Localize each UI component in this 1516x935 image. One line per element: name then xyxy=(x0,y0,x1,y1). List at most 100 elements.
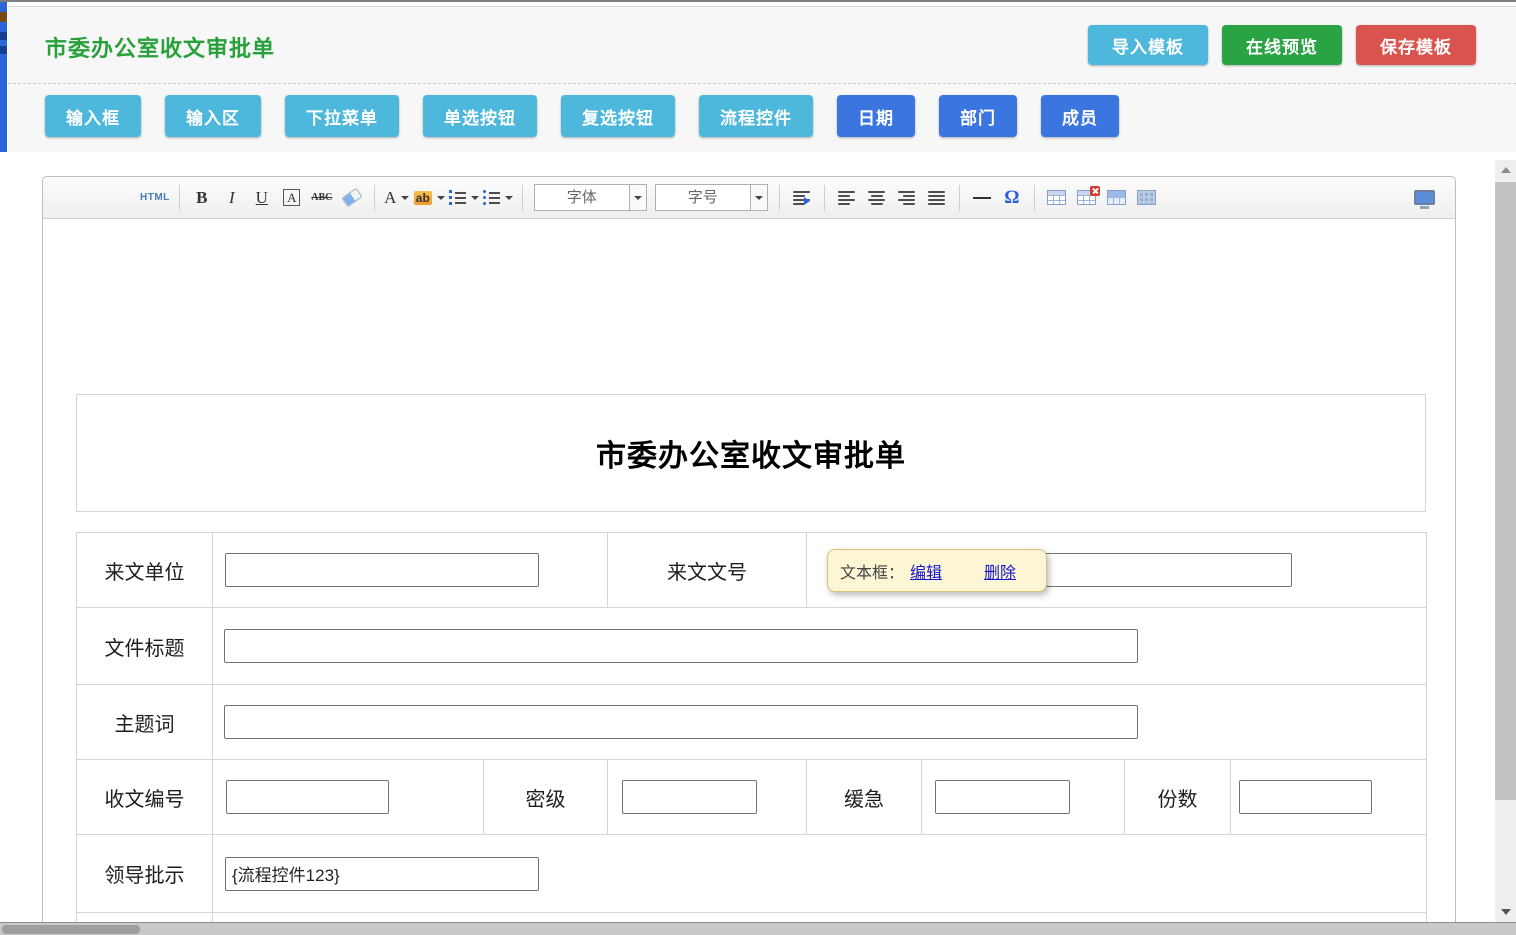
cell-urgency xyxy=(922,760,1125,835)
vertical-scrollbar[interactable] xyxy=(1495,160,1516,922)
background-window-strip xyxy=(0,2,7,152)
numbered-list-icon[interactable] xyxy=(449,183,479,213)
font-family-select[interactable]: 字体 xyxy=(534,184,647,211)
label-urgency: 缓急 xyxy=(807,760,922,835)
approval-form-table: 来文单位 来文文号 文件标题 主题词 收文编号 密级 缓急 份数 xyxy=(76,532,1427,935)
toolbar-separator xyxy=(522,185,523,211)
horizontal-scrollbar-thumb[interactable] xyxy=(2,925,140,934)
background-window-icon xyxy=(0,12,7,22)
indent-icon[interactable] xyxy=(789,183,815,213)
cell-copies xyxy=(1231,760,1427,835)
insert-department-button[interactable]: 部门 xyxy=(939,95,1017,137)
chevron-down-icon[interactable] xyxy=(750,185,767,210)
document-title-cell: 市委办公室收文审批单 xyxy=(76,394,1426,512)
highlight-color-icon[interactable]: ab xyxy=(414,183,445,213)
boxed-font-icon[interactable]: A xyxy=(279,183,305,213)
toolbar-separator xyxy=(824,185,825,211)
urgency-input[interactable] xyxy=(935,780,1070,814)
insert-table-icon[interactable] xyxy=(1044,183,1070,213)
copies-input[interactable] xyxy=(1239,780,1372,814)
receipt-number-input[interactable] xyxy=(226,780,389,814)
label-document-title: 文件标题 xyxy=(77,608,213,685)
secrecy-level-input[interactable] xyxy=(622,780,757,814)
horizontal-scrollbar[interactable] xyxy=(0,922,1516,935)
document-title: 市委办公室收文审批单 xyxy=(596,431,906,475)
italic-icon[interactable]: I xyxy=(219,183,245,213)
cell-receipt-number xyxy=(213,760,484,835)
insert-date-button[interactable]: 日期 xyxy=(837,95,915,137)
leader-instructions-flow-control[interactable] xyxy=(225,857,539,891)
rich-text-editor: HTML B I U A ABC A ab 字体 字号 xyxy=(42,176,1456,935)
align-justify-icon[interactable] xyxy=(924,183,950,213)
incoming-unit-input[interactable] xyxy=(225,553,539,587)
insert-textarea-button[interactable]: 输入区 xyxy=(165,95,261,137)
font-size-select[interactable]: 字号 xyxy=(655,184,768,211)
background-window-icon xyxy=(0,32,7,40)
label-document-number: 来文文号 xyxy=(608,533,807,608)
editor-toolbar: HTML B I U A ABC A ab 字体 字号 xyxy=(43,177,1455,219)
insert-dropdown-button[interactable]: 下拉菜单 xyxy=(285,95,399,137)
page-title: 市委办公室收文审批单 xyxy=(45,31,275,63)
align-left-icon[interactable] xyxy=(834,183,860,213)
tooltip-label: 文本框： xyxy=(840,559,904,583)
header-top-band: 市委办公室收文审批单 导入模板 在线预览 保存模板 xyxy=(8,7,1516,84)
table-row: 文件标题 xyxy=(77,608,1427,685)
bold-icon[interactable]: B xyxy=(189,183,215,213)
insert-checkbox-button[interactable]: 复选按钮 xyxy=(561,95,675,137)
cell-secrecy-level xyxy=(608,760,807,835)
control-toolbar: 输入框 输入区 下拉菜单 单选按钮 复选按钮 流程控件 日期 部门 成员 xyxy=(45,95,1119,137)
toolbar-separator xyxy=(959,185,960,211)
cell-incoming-unit xyxy=(213,533,608,608)
label-secrecy-level: 密级 xyxy=(484,760,608,835)
table-row: 来文单位 来文文号 xyxy=(77,533,1427,608)
delete-link[interactable]: 删除 xyxy=(984,559,1016,583)
background-window-icon xyxy=(0,46,7,54)
insert-member-button[interactable]: 成员 xyxy=(1041,95,1119,137)
cell-leader-instructions xyxy=(213,835,1427,913)
vertical-scrollbar-thumb[interactable] xyxy=(1495,182,1516,800)
save-template-button[interactable]: 保存模板 xyxy=(1356,25,1476,65)
editor-document[interactable]: 市委办公室收文审批单 来文单位 来文文号 文件标题 主题词 收文 xyxy=(43,220,1455,935)
scroll-down-arrow[interactable] xyxy=(1495,902,1516,922)
header-panel: 市委办公室收文审批单 导入模板 在线预览 保存模板 输入框 输入区 下拉菜单 单… xyxy=(8,7,1516,152)
label-copies: 份数 xyxy=(1125,760,1231,835)
chevron-down-icon[interactable] xyxy=(629,185,646,210)
toolbar-separator xyxy=(179,185,180,211)
label-leader-instructions: 领导批示 xyxy=(77,835,213,913)
online-preview-button[interactable]: 在线预览 xyxy=(1222,25,1342,65)
table-row: 主题词 xyxy=(77,685,1427,760)
cell-properties-icon[interactable] xyxy=(1134,183,1160,213)
bullet-list-icon[interactable] xyxy=(483,183,513,213)
label-incoming-unit: 来文单位 xyxy=(77,533,213,608)
insert-radio-button[interactable]: 单选按钮 xyxy=(423,95,537,137)
font-color-icon[interactable]: A xyxy=(384,183,410,213)
subject-words-input[interactable] xyxy=(224,705,1138,739)
import-template-button[interactable]: 导入模板 xyxy=(1088,25,1208,65)
edit-link[interactable]: 编辑 xyxy=(910,559,942,583)
scroll-up-arrow[interactable] xyxy=(1495,160,1516,180)
align-right-icon[interactable] xyxy=(894,183,920,213)
delete-table-icon[interactable] xyxy=(1074,183,1100,213)
window-top-edge xyxy=(0,0,1516,2)
toolbar-separator xyxy=(779,185,780,211)
document-title-input[interactable] xyxy=(224,629,1138,663)
align-center-icon[interactable] xyxy=(864,183,890,213)
table-row: 领导批示 xyxy=(77,835,1427,913)
toolbar-separator xyxy=(1034,185,1035,211)
strikethrough-icon[interactable]: ABC xyxy=(309,183,335,213)
cell-document-title xyxy=(213,608,1427,685)
special-character-icon[interactable]: Ω xyxy=(999,183,1025,213)
textbox-context-tooltip: 文本框： 编辑 删除 xyxy=(827,549,1047,592)
toolbar-separator xyxy=(374,185,375,211)
label-receipt-number: 收文编号 xyxy=(77,760,213,835)
html-source-icon[interactable]: HTML xyxy=(140,183,170,213)
eraser-icon[interactable] xyxy=(339,183,365,213)
cell-subject-words xyxy=(213,685,1427,760)
underline-icon[interactable]: U xyxy=(249,183,275,213)
table-properties-icon[interactable] xyxy=(1104,183,1130,213)
insert-flow-control-button[interactable]: 流程控件 xyxy=(699,95,813,137)
horizontal-rule-icon[interactable] xyxy=(969,183,995,213)
label-subject-words: 主题词 xyxy=(77,685,213,760)
preview-screen-icon[interactable] xyxy=(1409,183,1435,213)
insert-input-box-button[interactable]: 输入框 xyxy=(45,95,141,137)
